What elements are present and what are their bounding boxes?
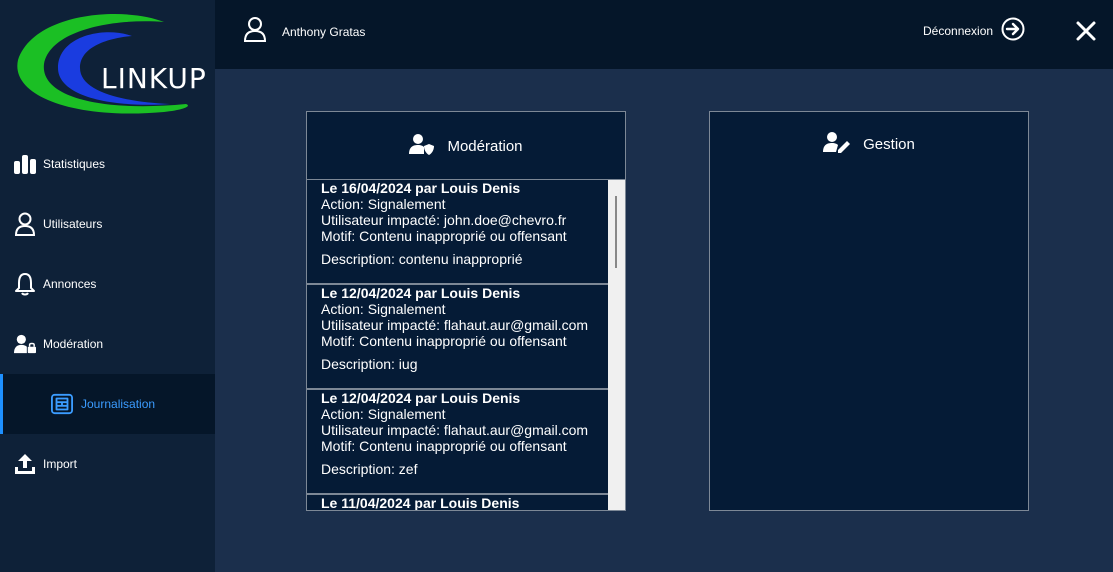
- user-lock-icon: [14, 332, 36, 356]
- moderation-panel-header: Modération: [307, 112, 625, 180]
- bell-icon: [14, 272, 36, 296]
- log-entry-description: Description: contenu inapproprié: [321, 251, 523, 267]
- moderation-panel: Modération Le 16/04/2024 par Louis Denis…: [306, 111, 626, 511]
- close-button[interactable]: [1074, 19, 1098, 43]
- logo-text: LINKUP: [101, 62, 207, 95]
- sidebar-item-label: Annonces: [43, 277, 97, 291]
- top-bar: Anthony Gratas Déconnexion: [215, 0, 1113, 69]
- sidebar-item-statistiques[interactable]: Statistiques: [0, 134, 215, 194]
- log-entry-header: Le 16/04/2024 par Louis Denis: [321, 180, 521, 196]
- log-entry-user: Utilisateur impacté: john.doe@chevro.fr: [321, 212, 567, 228]
- bar-chart-icon: [14, 152, 36, 176]
- log-entry-description: Description: iug: [321, 356, 418, 372]
- log-entry-motif: Motif: Contenu inapproprié ou offensant: [321, 228, 567, 244]
- logout-label: Déconnexion: [923, 24, 994, 38]
- log-entry-motif: Motif: Contenu inapproprié ou offensant: [321, 438, 567, 454]
- list-item: Le 12/04/2024 par Louis Denis Action: Si…: [307, 390, 625, 495]
- sidebar-item-import[interactable]: Import: [0, 434, 215, 494]
- sidebar-item-label: Statistiques: [43, 157, 106, 171]
- sidebar-item-label: Modération: [43, 337, 104, 351]
- gestion-panel-header: Gestion: [710, 112, 1028, 176]
- log-entry-action: Action: Signalement: [321, 301, 446, 317]
- user-edit-icon: [823, 131, 851, 158]
- user-shield-icon: [409, 133, 435, 160]
- log-entry-description: Description: zef: [321, 461, 418, 477]
- journal-icon: [51, 392, 73, 416]
- sidebar-item-label: Import: [43, 457, 78, 471]
- log-entry-user: Utilisateur impacté: flahaut.aur@gmail.c…: [321, 317, 589, 333]
- sidebar-item-utilisateurs[interactable]: Utilisateurs: [0, 194, 215, 254]
- sidebar-item-journalisation[interactable]: Journalisation: [0, 374, 215, 434]
- sidebar-item-label: Utilisateurs: [43, 217, 103, 231]
- current-user-name: Anthony Gratas: [282, 25, 366, 39]
- gestion-panel: Gestion: [709, 111, 1029, 511]
- upload-icon: [14, 452, 36, 476]
- panel-title: Gestion: [863, 135, 915, 153]
- scrollbar-thumb[interactable]: [615, 196, 617, 268]
- panel-title: Modération: [447, 137, 523, 155]
- user-icon: [14, 212, 36, 236]
- log-entry-user: Utilisateur impacté: flahaut.aur@gmail.c…: [321, 422, 589, 438]
- log-entry-header: Le 12/04/2024 par Louis Denis: [321, 390, 521, 406]
- scrollbar[interactable]: [608, 180, 625, 510]
- list-item: Le 12/04/2024 par Louis Denis Action: Si…: [307, 285, 625, 390]
- sidebar-item-moderation[interactable]: Modération: [0, 314, 215, 374]
- sidebar-item-annonces[interactable]: Annonces: [0, 254, 215, 314]
- log-entry-header: Le 12/04/2024 par Louis Denis: [321, 285, 521, 301]
- log-entry-header: Le 11/04/2024 par Louis Denis: [321, 495, 520, 510]
- log-entry-motif: Motif: Contenu inapproprié ou offensant: [321, 333, 567, 349]
- sidebar: LINKUP Statistiques Utilisateurs Annonce…: [0, 0, 215, 572]
- linkup-logo: LINKUP: [14, 12, 206, 118]
- sidebar-item-label: Journalisation: [81, 397, 156, 411]
- logout-button[interactable]: Déconnexion: [923, 17, 1025, 46]
- moderation-log-list[interactable]: Le 16/04/2024 par Louis Denis Action: Si…: [307, 179, 625, 510]
- log-entry-action: Action: Signalement: [321, 406, 446, 422]
- arrow-right-circle-icon: [1001, 17, 1025, 46]
- list-item: Le 11/04/2024 par Louis Denis: [307, 495, 625, 510]
- list-item: Le 16/04/2024 par Louis Denis Action: Si…: [307, 180, 625, 285]
- close-icon: [1074, 21, 1098, 47]
- user-icon: [243, 16, 267, 42]
- log-entry-action: Action: Signalement: [321, 196, 446, 212]
